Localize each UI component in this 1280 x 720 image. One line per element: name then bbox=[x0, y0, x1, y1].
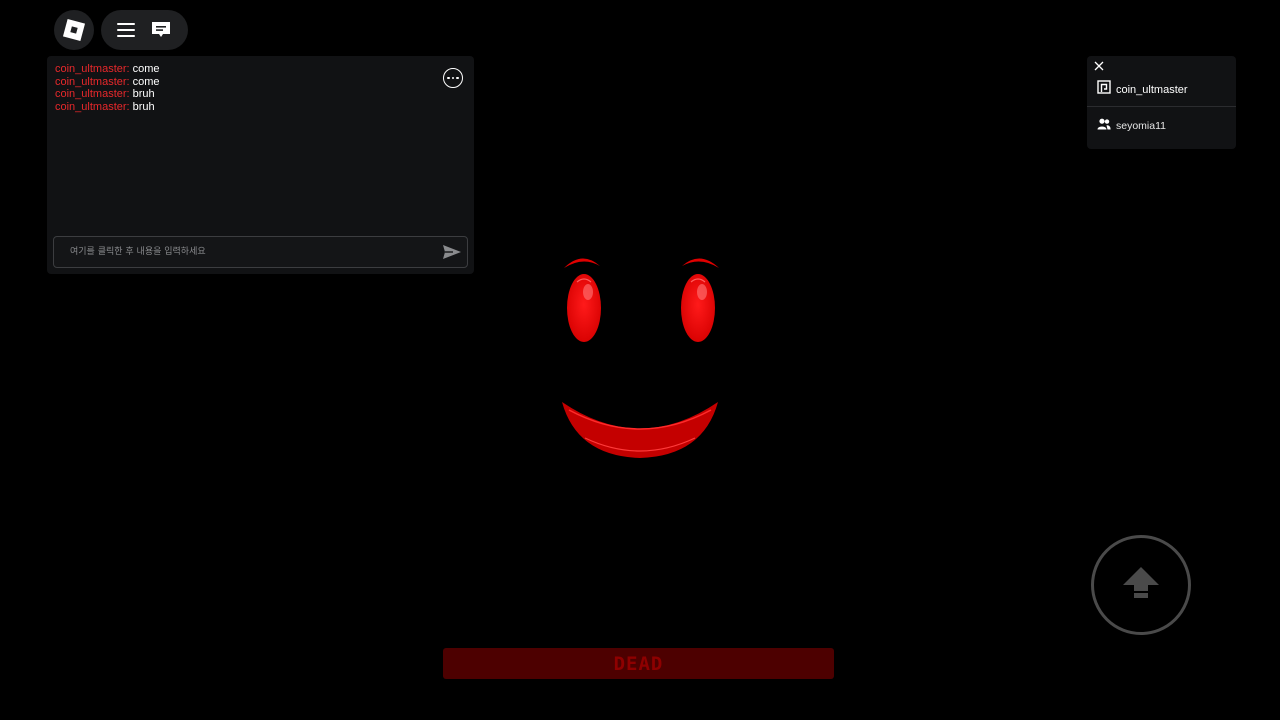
roblox-menu-button[interactable] bbox=[54, 10, 94, 50]
topbar-button-group bbox=[101, 10, 188, 50]
chat-text: bruh bbox=[132, 88, 155, 100]
friends-icon bbox=[1097, 117, 1111, 135]
chat-text: come bbox=[132, 75, 160, 88]
player-name: coin_ultmaster bbox=[1116, 83, 1188, 96]
player-list: coin_ultmaster seyomia11 bbox=[1087, 56, 1236, 149]
chat-icon[interactable] bbox=[150, 20, 172, 40]
chat-text: come bbox=[132, 63, 160, 75]
red-smiley-face bbox=[555, 250, 725, 470]
chat-message: coin_ultmaster: bruh bbox=[55, 88, 160, 101]
chat-input[interactable] bbox=[54, 237, 434, 267]
chat-message: coin_ultmaster: come bbox=[55, 76, 160, 89]
chat-username[interactable]: coin_ultmaster: bbox=[55, 88, 130, 100]
chat-message-list: coin_ultmaster: come coin_ultmaster: com… bbox=[55, 63, 160, 113]
chat-message: coin_ultmaster: bruh bbox=[55, 101, 160, 114]
menu-icon[interactable] bbox=[116, 23, 135, 37]
send-icon[interactable] bbox=[441, 242, 463, 262]
player-list-item[interactable]: seyomia11 bbox=[1087, 109, 1236, 143]
chat-input-box bbox=[53, 236, 468, 268]
health-status-bar: DEAD bbox=[443, 648, 834, 679]
dead-label: DEAD bbox=[613, 652, 664, 675]
chat-username[interactable]: coin_ultmaster: bbox=[55, 63, 130, 75]
player-list-item-local[interactable]: coin_ultmaster bbox=[1087, 73, 1236, 107]
roblox-logo-icon bbox=[62, 18, 86, 42]
up-arrow-icon bbox=[1121, 565, 1161, 606]
chat-text: bruh bbox=[132, 100, 155, 113]
player-name: seyomia11 bbox=[1116, 120, 1166, 132]
premium-icon bbox=[1097, 80, 1111, 99]
jump-button[interactable] bbox=[1091, 535, 1191, 635]
chat-username[interactable]: coin_ultmaster: bbox=[55, 101, 130, 113]
chat-options-icon[interactable] bbox=[443, 68, 463, 88]
chat-username[interactable]: coin_ultmaster: bbox=[55, 76, 130, 88]
chat-message: coin_ultmaster: come bbox=[55, 63, 160, 76]
close-icon[interactable] bbox=[1092, 59, 1106, 73]
chat-window: coin_ultmaster: come coin_ultmaster: com… bbox=[47, 56, 474, 274]
